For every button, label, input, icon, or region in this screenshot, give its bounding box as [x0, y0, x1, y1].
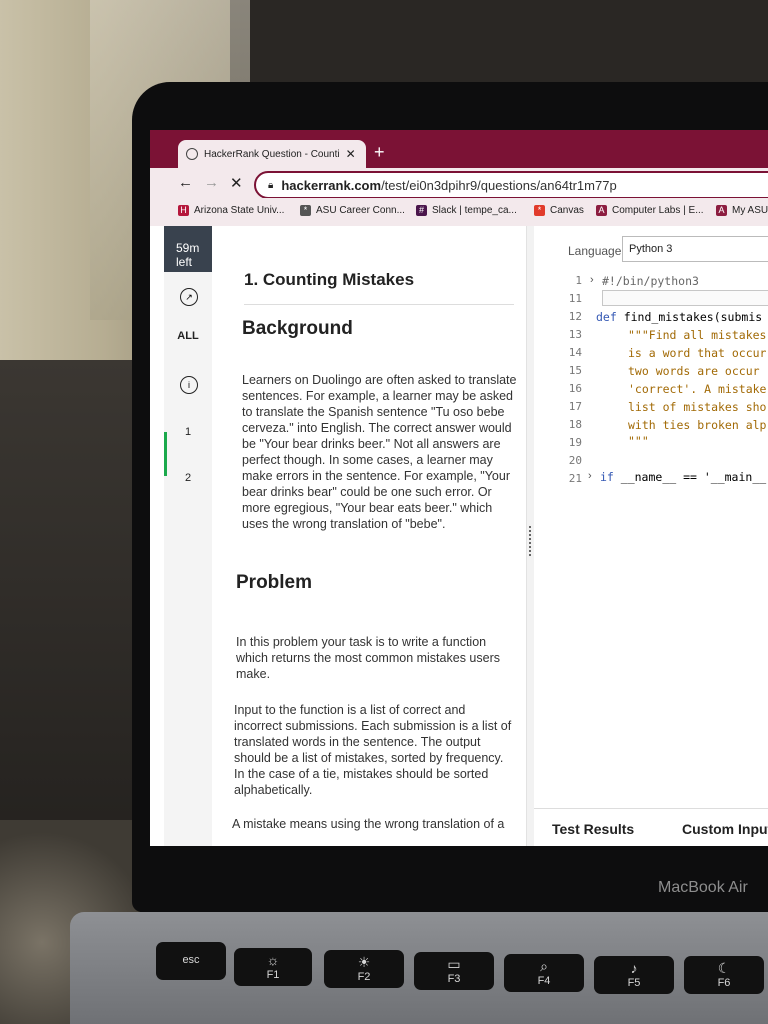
- code-line-17: list of mistakes sho: [628, 400, 767, 414]
- results-tab-bar: Test Results Custom Input: [534, 808, 768, 846]
- asu-sun-icon: *: [300, 205, 311, 216]
- problem-text-2: Input to the function is a list of corre…: [234, 703, 512, 797]
- tab-test-results[interactable]: Test Results: [552, 821, 634, 837]
- moon-icon: ☾: [717, 960, 731, 976]
- asu-logo-icon: A: [716, 205, 727, 216]
- background-heading: Background: [242, 318, 353, 339]
- key-f4[interactable]: ⌕ F4: [504, 954, 584, 992]
- stop-loading-icon[interactable]: ✕: [230, 174, 243, 192]
- brightness-down-icon: ☼: [266, 952, 280, 968]
- mission-control-icon: ▭: [447, 956, 461, 972]
- address-bar[interactable]: 🔒︎ hackerrank.com /test/ei0n3dpihr9/ques…: [254, 171, 768, 199]
- code-line-21: if __name__ == '__main__: [600, 470, 767, 484]
- time-remaining: 59m left: [176, 241, 200, 269]
- timer-panel: 59m left: [164, 226, 212, 272]
- keyboard: esc ☼ F1 ☀ F2 ▭ F3 ⌕ F4 ♪ F5 ☾ F6: [70, 912, 768, 1024]
- line-number: 16: [568, 382, 582, 395]
- bookmark-asu-career[interactable]: * ASU Career Conn...: [300, 205, 405, 216]
- code-editor-panel: Language Python 3 1 11 12 13 14 15 16 17…: [534, 226, 768, 846]
- tab-custom-input[interactable]: Custom Input: [682, 821, 768, 837]
- info-icon[interactable]: i: [180, 376, 198, 394]
- line-number: 14: [568, 346, 582, 359]
- bookmark-my-asu[interactable]: A My ASU: [716, 205, 768, 216]
- code-line-15: two words are occur: [628, 364, 760, 378]
- key-f3[interactable]: ▭ F3: [414, 952, 494, 990]
- code-line-16: 'correct'. A mistake: [628, 382, 767, 396]
- line-number: 21: [568, 472, 582, 485]
- bookmark-computer-labs[interactable]: A Computer Labs | E...: [596, 205, 704, 216]
- line-number: 12: [568, 310, 582, 323]
- line-gutter: 1 11 12 13 14 15 16 17 18 19 20 21: [534, 266, 584, 786]
- fold-arrow-icon[interactable]: ›: [590, 274, 594, 286]
- slack-icon: #: [416, 205, 427, 216]
- search-icon: ⌕: [540, 958, 548, 974]
- bookmark-canvas[interactable]: * Canvas: [534, 205, 584, 216]
- nav-item-question-1[interactable]: 1: [164, 426, 212, 438]
- canvas-icon: *: [534, 205, 545, 216]
- laptop-brand-label: MacBook Air: [658, 879, 748, 896]
- problem-text-1: In this problem your task is to write a …: [236, 635, 500, 681]
- forward-arrow-icon[interactable]: →: [204, 174, 219, 191]
- compass-icon[interactable]: ↗: [180, 288, 198, 306]
- code-line-12: def find_mistakes(submis: [596, 310, 763, 324]
- laptop-screen: HackerRank Question - Counti ✕ + ← → ✕ 🔒…: [150, 130, 768, 846]
- background-text: Learners on Duolingo are often asked to …: [242, 373, 517, 531]
- code-line-13: """Find all mistakes: [628, 328, 767, 342]
- line-number: 19: [568, 436, 582, 449]
- question-nav: ↗ ALL i 1 2: [164, 272, 212, 846]
- line-number: 11: [568, 292, 582, 305]
- language-select[interactable]: Python 3: [622, 236, 768, 262]
- url-path: /test/ei0n3dpihr9/questions/an64tr1m77p: [381, 177, 617, 193]
- brightness-up-icon: ☀: [357, 954, 371, 970]
- line-number: 13: [568, 328, 582, 341]
- fold-arrow-icon[interactable]: ›: [588, 470, 592, 482]
- nav-selected-indicator: [164, 432, 167, 476]
- problem-heading: Problem: [236, 572, 313, 593]
- line-number: 17: [568, 400, 582, 413]
- nav-item-all[interactable]: ALL: [164, 330, 212, 342]
- bookmark-slack[interactable]: # Slack | tempe_ca...: [416, 205, 517, 216]
- bookmarks-bar: H Arizona State Univ... * ASU Career Conn.…: [150, 198, 768, 227]
- line-number: 18: [568, 418, 582, 431]
- key-esc[interactable]: esc: [156, 942, 226, 980]
- code-line-1: #!/bin/python3: [602, 274, 699, 288]
- nav-item-question-2[interactable]: 2: [164, 472, 212, 484]
- hackerrank-favicon-icon: [186, 148, 198, 160]
- hackerrank-page: 59m left ↗ ALL i 1 2 1. Counting Mistake…: [150, 226, 768, 846]
- bookmark-arizona-state[interactable]: H Arizona State Univ...: [178, 205, 284, 216]
- line-number: 15: [568, 364, 582, 377]
- tab-title: HackerRank Question - Counti: [204, 148, 340, 160]
- code-line-19: """: [628, 434, 649, 448]
- url-host: hackerrank.com: [281, 177, 382, 193]
- key-f2[interactable]: ☀ F2: [324, 950, 404, 988]
- code-line-18: with ties broken alp: [628, 418, 767, 432]
- browser-tab-active[interactable]: HackerRank Question - Counti ✕: [178, 140, 366, 168]
- new-tab-button[interactable]: +: [374, 142, 385, 163]
- lock-icon: 🔒︎: [268, 179, 274, 191]
- collapsed-code-box[interactable]: [602, 290, 768, 306]
- close-tab-icon[interactable]: ✕: [346, 147, 356, 161]
- browser-tab-bar: HackerRank Question - Counti ✕ +: [150, 130, 768, 168]
- line-number: 1: [575, 274, 582, 287]
- question-title: 1. Counting Mistakes: [244, 270, 415, 289]
- key-f6[interactable]: ☾ F6: [684, 956, 764, 994]
- language-label: Language: [568, 244, 622, 258]
- code-line-14: is a word that occur: [628, 346, 767, 360]
- title-divider: [244, 304, 514, 305]
- problem-text-3: A mistake means using the wrong translat…: [232, 817, 505, 831]
- asu-h-icon: H: [178, 205, 189, 216]
- key-f1[interactable]: ☼ F1: [234, 948, 312, 986]
- back-arrow-icon[interactable]: ←: [178, 174, 193, 191]
- question-panel: 1. Counting Mistakes Background Learners…: [212, 226, 526, 846]
- asu-logo-icon: A: [596, 205, 607, 216]
- line-number: 20: [568, 454, 582, 467]
- browser-toolbar: ← → ✕ 🔒︎ hackerrank.com /test/ei0n3dpihr…: [150, 168, 768, 199]
- key-f5[interactable]: ♪ F5: [594, 956, 674, 994]
- microphone-icon: ♪: [630, 960, 638, 976]
